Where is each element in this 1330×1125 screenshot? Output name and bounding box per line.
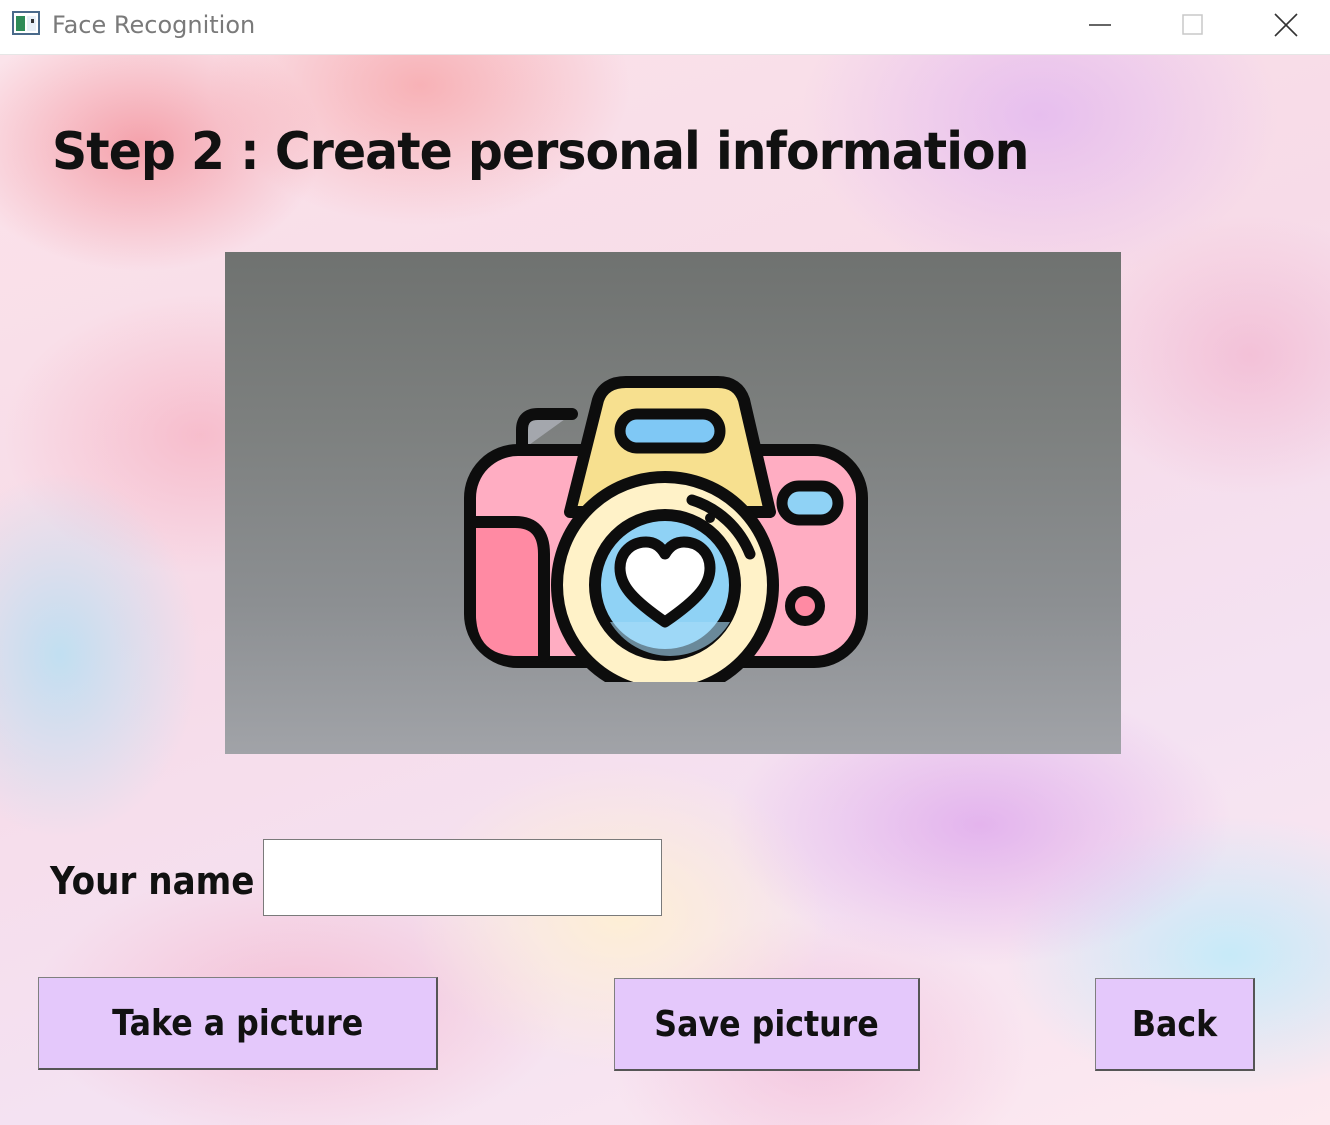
app-icon — [12, 11, 40, 35]
take-picture-label: Take a picture — [111, 1002, 364, 1044]
minimize-button[interactable] — [1054, 0, 1146, 50]
camera-heart-icon — [464, 376, 868, 682]
client-area: Step 2 : Create personal information You… — [0, 55, 1330, 1125]
take-picture-button[interactable]: Take a picture — [38, 977, 438, 1070]
minimize-icon — [1089, 24, 1111, 26]
app-window: Face Recognition Step 2 : Create persona… — [0, 0, 1330, 1125]
page-title: Step 2 : Create personal information — [52, 122, 1029, 182]
name-label: Your name : — [50, 859, 281, 903]
save-picture-button[interactable]: Save picture — [614, 978, 920, 1071]
back-label: Back — [1131, 1003, 1218, 1045]
camera-preview — [225, 252, 1121, 754]
window-title: Face Recognition — [52, 11, 256, 39]
back-button[interactable]: Back — [1095, 978, 1255, 1071]
close-icon — [1274, 13, 1298, 37]
maximize-button[interactable] — [1147, 0, 1239, 50]
name-input[interactable] — [263, 839, 662, 916]
save-picture-label: Save picture — [654, 1003, 879, 1045]
maximize-icon — [1182, 14, 1203, 35]
title-bar[interactable]: Face Recognition — [0, 0, 1330, 55]
close-button[interactable] — [1240, 0, 1330, 50]
